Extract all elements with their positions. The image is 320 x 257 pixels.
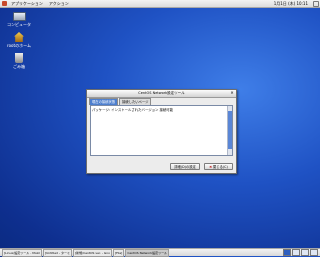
taskbar-item[interactable]: [File] bbox=[112, 248, 125, 257]
panel-clock[interactable]: 1月1日 (木) 10:11 bbox=[274, 1, 312, 7]
desktop-icon-trash[interactable]: ごみ箱 bbox=[4, 53, 34, 70]
taskbar-item[interactable]: [新規/CentOS ver. - Gno bbox=[72, 248, 112, 257]
content-text: パッケージ: インストールされたバージョン 接続可能 bbox=[92, 108, 174, 112]
desktop-icon-computer[interactable]: コンピュータ bbox=[4, 12, 34, 28]
applications-menu[interactable]: アプリケーション bbox=[8, 1, 46, 7]
details-button[interactable]: 詳細(D)の設定 bbox=[170, 163, 200, 170]
dialog-tabs: 現在の接続状態 接続したいページ bbox=[89, 98, 152, 105]
workspace-1[interactable] bbox=[283, 249, 291, 256]
workspace-3[interactable] bbox=[301, 249, 309, 256]
dialog-content-area: パッケージ: インストールされたバージョン 接続可能 bbox=[90, 105, 233, 156]
close-button-label: 閉じる(C) bbox=[213, 165, 228, 169]
desktop-icon-label: ごみ箱 bbox=[13, 64, 25, 69]
desktop-icon-label: rootのホーム bbox=[7, 43, 31, 48]
dialog-titlebar[interactable]: CentOS Network設定ツール ✕ bbox=[87, 90, 236, 98]
close-icon[interactable]: ✕ bbox=[230, 91, 234, 95]
home-folder-icon bbox=[14, 32, 24, 42]
desktop-icon-label: コンピュータ bbox=[7, 22, 31, 27]
dialog-title: CentOS Network設定ツール bbox=[138, 91, 185, 95]
tab-current-status[interactable]: 現在の接続状態 bbox=[89, 98, 119, 105]
scrollbar-thumb[interactable] bbox=[228, 111, 232, 149]
taskbar-item[interactable]: [Linux/設定ツール - Mozil bbox=[2, 248, 42, 257]
network-settings-dialog: CentOS Network設定ツール ✕ 現在の接続状態 接続したいページ パ… bbox=[86, 89, 237, 174]
workspace-4[interactable] bbox=[310, 249, 318, 256]
workspace-switcher bbox=[282, 249, 318, 256]
bottom-taskbar: [Linux/設定ツール - Mozil [Untitled - ターミ [新規… bbox=[0, 248, 320, 257]
desktop-icon-home[interactable]: rootのホーム bbox=[4, 32, 34, 49]
applications-menu-icon[interactable] bbox=[2, 1, 7, 6]
computer-icon bbox=[12, 12, 26, 21]
tab-connection-page[interactable]: 接続したいページ bbox=[119, 98, 152, 105]
actions-menu[interactable]: アクション bbox=[46, 1, 72, 7]
content-scrollbar[interactable] bbox=[227, 106, 232, 155]
close-icon: ✖ bbox=[209, 165, 212, 169]
taskbar-item-active[interactable]: CentOS Network設定ツール bbox=[125, 248, 170, 257]
taskbar-item[interactable]: [Untitled - ターミ bbox=[42, 248, 72, 257]
close-button[interactable]: ✖閉じる(C) bbox=[204, 163, 233, 170]
top-panel: アプリケーション アクション 1月1日 (木) 10:11 bbox=[0, 0, 320, 8]
volume-icon[interactable] bbox=[313, 0, 319, 7]
workspace-2[interactable] bbox=[292, 249, 300, 256]
trash-icon bbox=[15, 53, 23, 63]
